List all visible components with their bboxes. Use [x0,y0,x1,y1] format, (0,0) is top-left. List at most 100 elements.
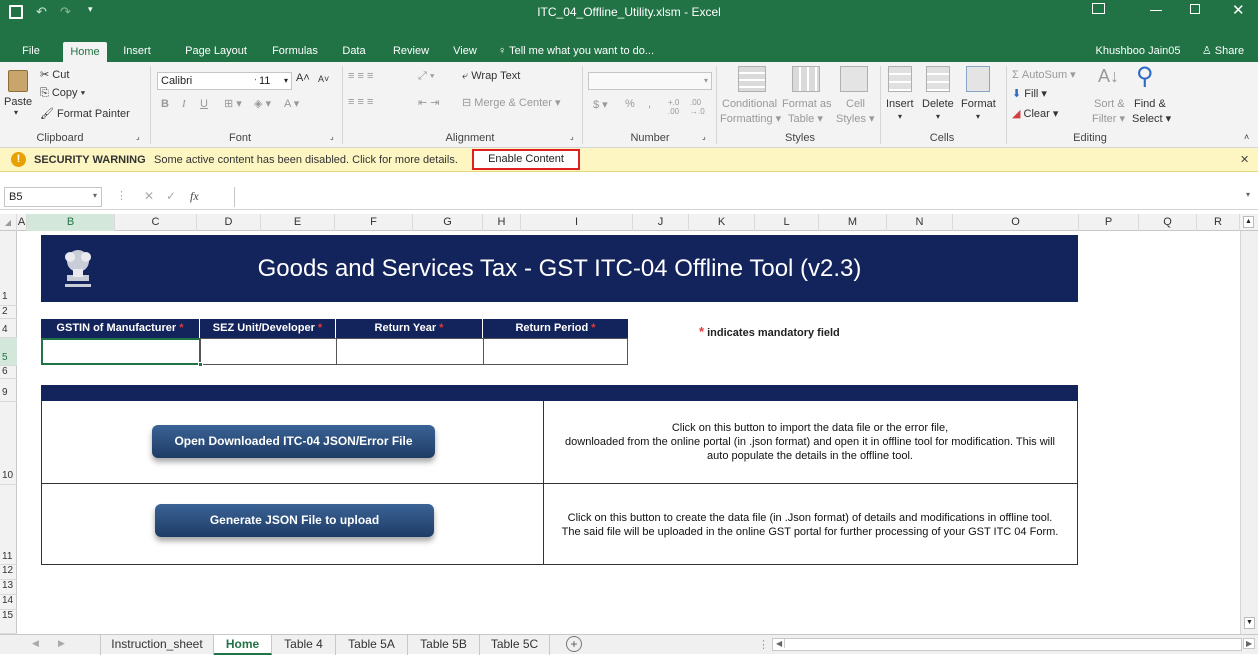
format-cells-button[interactable]: Format ▾ [960,66,1000,130]
column-header[interactable]: A [17,214,27,231]
wrap-text-button[interactable]: ⤶ Wrap Text [462,70,520,83]
conditional-formatting-button[interactable]: Conditional Formatting ▾ [720,66,781,130]
row-header[interactable]: 6 [0,366,17,379]
copy-button[interactable]: ⎘ Copy ▾ [40,87,85,100]
cancel-entry-icon[interactable]: ✕ [144,189,154,203]
paste-button[interactable]: Paste ▾ [4,66,34,118]
redo-icon[interactable]: ↷ [60,4,71,20]
tab-data[interactable]: Data [339,40,369,62]
format-as-table-button[interactable]: Format as Table ▾ [780,66,832,130]
ribbon-display-icon[interactable] [1092,3,1105,14]
row-header[interactable]: 2 [0,306,17,319]
collapse-ribbon-icon[interactable]: ˄ [1244,132,1249,142]
generate-json-button[interactable]: Generate JSON File to upload [155,504,434,537]
tab-formulas[interactable]: Formulas [268,40,322,62]
fill-color-icon[interactable]: ◈ ▾ [254,97,271,110]
shrink-font-icon[interactable]: A˅ [318,74,329,84]
user-name[interactable]: Khushboo Jain05 [1092,40,1184,62]
find-select-button[interactable]: ⚲ Find & Select ▾ [1130,63,1172,130]
tab-home[interactable]: Home [63,42,107,62]
column-header[interactable]: L [755,214,819,231]
horizontal-scrollbar[interactable]: ◀ [772,638,1242,651]
orientation-icon[interactable]: ⤢ ▾ [418,70,434,83]
borders-icon[interactable]: ⊞ ▾ [224,97,242,110]
sheet-tab-instruction[interactable]: Instruction_sheet [100,635,214,655]
column-header[interactable]: G [413,214,483,231]
column-header[interactable]: D [197,214,261,231]
scroll-left-icon[interactable]: ◀ [774,639,786,648]
column-header[interactable]: R [1197,214,1240,231]
prev-sheet-icon[interactable]: ◀ [32,638,39,649]
open-json-button[interactable]: Open Downloaded ITC-04 JSON/Error File [152,425,435,458]
font-size-combo[interactable]: 11 ▾ [256,72,292,90]
close-icon[interactable]: ✕ [1232,1,1245,19]
tab-insert[interactable]: Insert [118,40,156,62]
next-sheet-icon[interactable]: ▶ [58,638,65,649]
sheet-tab-table-4[interactable]: Table 4 [272,635,336,655]
restore-icon[interactable] [1190,4,1200,14]
undo-icon[interactable]: ↶ [36,4,47,20]
row-header[interactable]: 15 [0,610,17,634]
row-header[interactable]: 5 [0,338,17,366]
clear-button[interactable]: ◢ Clear ▾ [1012,107,1058,120]
insert-function-icon[interactable]: fx [190,189,199,204]
column-header[interactable]: P [1079,214,1139,231]
name-box[interactable]: B5 ▾ [4,187,102,207]
dialog-launcher-icon[interactable]: ⌟ [330,132,334,141]
security-warning-message[interactable]: Some active content has been disabled. C… [154,154,458,166]
sort-filter-button[interactable]: A↓ Sort & Filter ▾ [1090,66,1130,130]
scroll-right-icon[interactable]: ▶ [1243,638,1256,649]
top-align-icon[interactable]: ≡ ≡ ≡ [348,70,373,82]
autosum-button[interactable]: Σ AutoSum ▾ [1012,68,1076,81]
confirm-entry-icon[interactable]: ✓ [166,189,176,203]
row-header[interactable]: 9 [0,379,17,402]
expand-formula-icon[interactable]: ▾ [1246,190,1250,199]
new-sheet-icon[interactable]: + [566,636,582,652]
column-header[interactable]: Q [1139,214,1197,231]
column-header[interactable]: O [953,214,1079,231]
sheet-tab-table-5a[interactable]: Table 5A [336,635,408,655]
row-header[interactable]: 12 [0,565,17,580]
sheet-tab-home[interactable]: Home [214,635,272,655]
cell-styles-button[interactable]: Cell Styles ▾ [834,66,875,130]
row-header[interactable]: 4 [0,319,17,338]
save-icon[interactable] [9,5,23,19]
underline-icon[interactable]: U [200,98,208,110]
share-button[interactable]: ♙ Share [1194,40,1252,62]
select-all-corner[interactable]: ◢ [0,214,17,231]
fill-button[interactable]: ⬇ Fill ▾ [1012,87,1047,100]
tab-split-handle[interactable]: ⋮ [758,638,769,651]
increase-decimal-icon[interactable]: +.0.00 [668,98,679,116]
tell-me-box[interactable]: ♀ Tell me what you want to do... [498,40,688,62]
return-year-input-cell[interactable] [336,338,484,365]
comma-icon[interactable]: , [648,98,651,110]
currency-icon[interactable]: $ ▾ [593,98,608,111]
row-header[interactable]: 13 [0,580,17,595]
fill-handle[interactable] [198,362,203,367]
indent-icon[interactable]: ⇤ ⇥ [418,96,440,109]
tab-review[interactable]: Review [388,40,434,62]
column-header[interactable]: N [887,214,953,231]
sheet-tab-table-5b[interactable]: Table 5B [408,635,480,655]
column-header[interactable]: H [483,214,521,231]
row-header[interactable]: 14 [0,595,17,610]
cut-button[interactable]: ✂ Cut [40,68,69,81]
column-header[interactable]: K [689,214,755,231]
column-header[interactable]: I [521,214,633,231]
tab-view[interactable]: View [448,40,482,62]
column-header[interactable]: J [633,214,689,231]
font-name-combo[interactable]: Calibri▾ [157,72,263,90]
insert-cells-button[interactable]: Insert ▾ [884,66,920,130]
dialog-launcher-icon[interactable]: ⌟ [702,132,706,141]
close-warning-icon[interactable]: ✕ [1240,153,1249,166]
format-painter-button[interactable]: 🖌 Format Painter [40,107,130,120]
dialog-launcher-icon[interactable]: ⌟ [136,132,140,141]
dialog-launcher-icon[interactable]: ⌟ [570,132,574,141]
align-left-icon[interactable]: ≡ ≡ ≡ [348,96,373,108]
decrease-decimal-icon[interactable]: .00 →.0 [690,98,705,116]
worksheet[interactable]: Goods and Services Tax - GST ITC-04 Offl… [18,231,1240,634]
scroll-down-icon[interactable]: ▼ [1244,617,1255,629]
vertical-scrollbar[interactable]: ▼ [1240,231,1258,634]
column-header[interactable]: C [115,214,197,231]
column-header[interactable]: F [335,214,413,231]
